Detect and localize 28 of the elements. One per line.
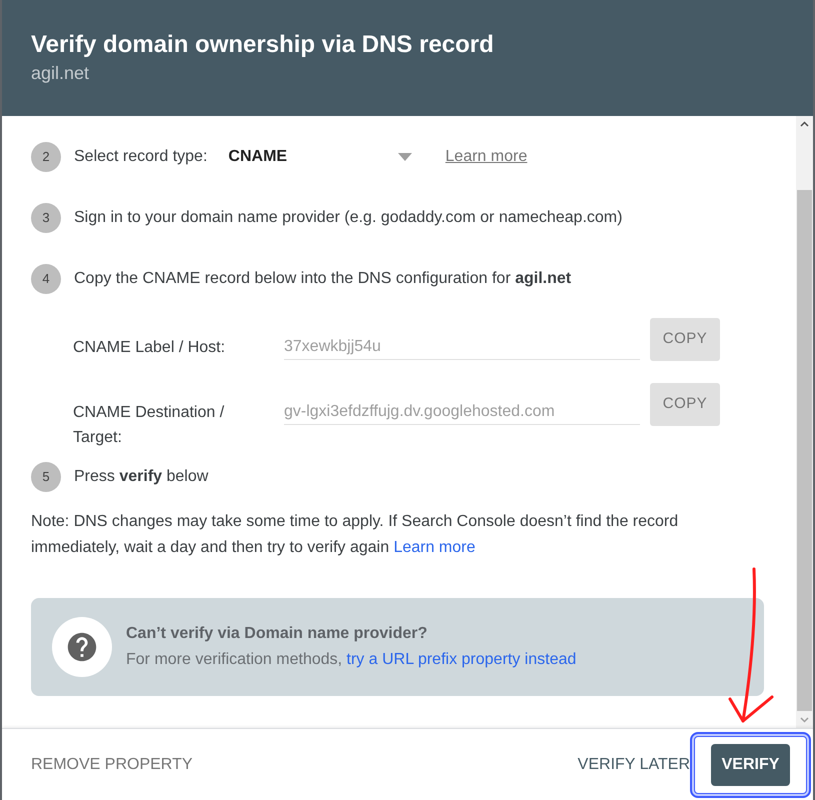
field-label: CNAME Label / Host: [73,338,226,358]
dialog-subtitle: agil.net [31,62,90,85]
scrollbar-thumb[interactable] [797,190,812,711]
step-number: 2 [31,142,61,172]
step-text: Copy the CNAME record below into the DNS configuration for agil.net [74,269,572,289]
copy-button[interactable]: COPY [650,383,720,426]
step-number: 4 [31,264,61,294]
copy-button[interactable]: COPY [650,318,720,361]
info-title: Can’t verify via Domain name provider? [126,624,428,644]
info-text: For more verification methods, try a URL prefix property instead [126,650,576,670]
caret-icon [398,153,412,161]
verify-button[interactable]: VERIFY [711,744,790,786]
record-type-select[interactable]: CNAME [228,145,414,169]
step-number: 3 [31,203,61,233]
step-text: Press verify below [74,467,208,487]
input-field[interactable]: 37xewkbjj54u [284,318,640,360]
url-prefix-link[interactable]: try a URL prefix property instead [346,651,576,668]
step-label: Select record type: [74,147,208,167]
step-number: 5 [31,462,61,492]
learn-more-link[interactable]: Learn more [445,145,528,169]
field-label: CNAME Destination / Target: [73,403,226,448]
dialog-title: Verify domain ownership via DNS record [31,30,495,60]
step-text: Sign in to your domain name provider (e.g. godaddy.com or namecheap.com) [74,208,622,228]
note-text: Note: DNS changes may take some time to apply. If Search Console doesn’t find the record immediately, wait a day and then try to verify again Learn more [31,512,680,558]
verify-later-button[interactable]: VERIFY LATER [578,744,690,786]
learn-more-link[interactable]: Learn more [394,539,476,556]
remove-property-button[interactable]: REMOVE PROPERTY [31,744,193,786]
input-field[interactable]: gv-lgxi3efdzffujg.dv.googlehosted.com [284,383,640,425]
